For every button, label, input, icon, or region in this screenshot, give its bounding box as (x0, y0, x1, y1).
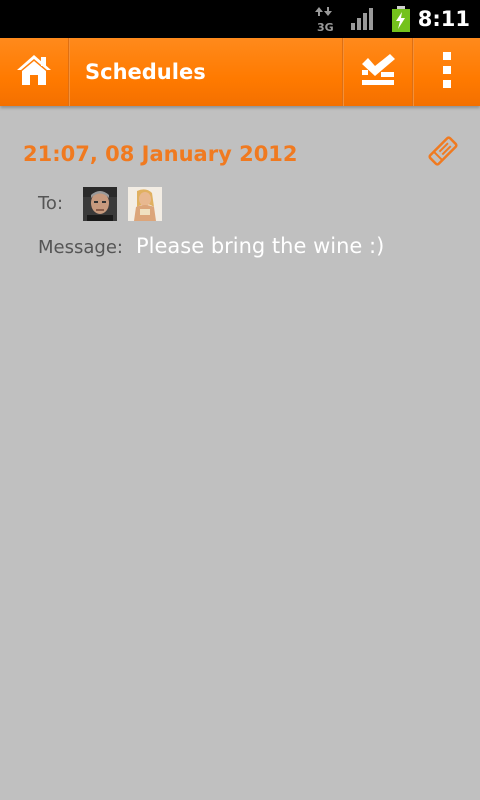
status-time: 8:11 (417, 7, 470, 31)
to-label: To: (38, 193, 64, 214)
checklist-icon (360, 54, 396, 90)
signal-strength-icon (350, 8, 376, 30)
edit-button[interactable] (425, 135, 461, 171)
recipient-avatar[interactable] (83, 187, 117, 221)
battery-charging-icon (391, 6, 411, 32)
action-bar-divider (68, 38, 70, 106)
home-icon (16, 53, 52, 91)
page-title: Schedules (85, 60, 206, 84)
message-label: Message: (38, 237, 123, 258)
recipient-avatar[interactable] (128, 187, 162, 221)
schedule-datetime: 21:07, 08 January 2012 (23, 142, 298, 166)
3g-data-icon: 3G (315, 6, 335, 34)
svg-text:3G: 3G (317, 21, 334, 32)
edit-pencil-icon (426, 134, 460, 172)
overflow-menu-button[interactable] (414, 38, 480, 106)
status-bar: 3G 8:11 (0, 0, 480, 38)
action-bar: Schedules (0, 38, 480, 106)
overflow-menu-icon (442, 52, 452, 92)
message-text: Please bring the wine :) (136, 234, 385, 258)
home-button[interactable] (0, 38, 68, 106)
done-button[interactable] (344, 38, 412, 106)
